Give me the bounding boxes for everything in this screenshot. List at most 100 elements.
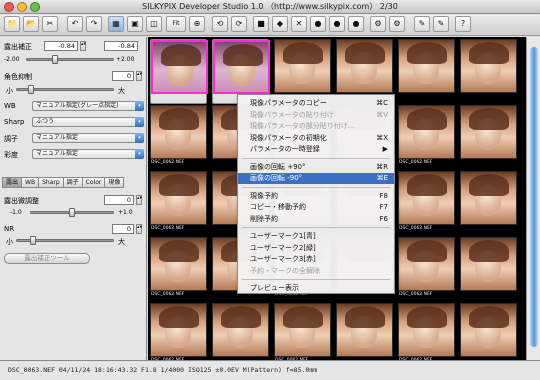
saturation-select[interactable]: マニュアル指定 ▾	[32, 149, 144, 159]
menu-item-shortcut: F8	[379, 191, 388, 200]
tone-label: 調子	[4, 135, 18, 143]
tab-color[interactable]: Color	[81, 177, 105, 188]
tab-sharp[interactable]: Sharp	[38, 177, 63, 188]
nr-label: NR	[4, 225, 15, 233]
thumbnail[interactable]: DSC_0062.NEF	[150, 303, 207, 360]
exposure-tool-button[interactable]: 露出補正ツール	[4, 253, 90, 264]
menu-separator	[242, 279, 390, 280]
menu-item-label: ユーザーマーク1[青]	[250, 232, 316, 240]
thumbnail[interactable]: DSC_0062.NEF	[398, 237, 455, 302]
thumbnail[interactable]	[460, 303, 517, 360]
tab-develop[interactable]: 現像	[104, 177, 125, 188]
context-menu-item[interactable]: ユーザーマーク1[青]	[238, 231, 394, 242]
exposure-field[interactable]: -0.84	[44, 41, 78, 51]
sharp-select[interactable]: ふつう ▾	[32, 117, 144, 127]
zoom-icon[interactable]: ⊕	[189, 16, 205, 32]
saturation-value: マニュアル指定	[36, 150, 78, 157]
menu-separator	[242, 227, 390, 228]
user-mark-blue-icon[interactable]: ●	[310, 16, 326, 32]
fit-button[interactable]: Fit	[166, 16, 186, 32]
context-menu-item[interactable]: プレビュー表示	[238, 283, 394, 294]
scrollbar-thumb[interactable]	[530, 47, 538, 347]
tone-select[interactable]: マニュアル指定 ▾	[32, 133, 144, 143]
thumbnail[interactable]	[460, 171, 517, 236]
shadow-field[interactable]: 0	[112, 71, 134, 81]
thumbnail[interactable]: DSC_0062.NEF	[274, 303, 331, 360]
undo-icon[interactable]: ↶	[67, 16, 83, 32]
thumbnail[interactable]: DSC_0062.NEF	[398, 171, 455, 236]
thumbnail-image	[150, 237, 207, 291]
help-icon[interactable]: ?	[455, 16, 471, 32]
eyedropper-icon[interactable]: ✎	[414, 16, 430, 32]
shadow-label: 角色抑制	[4, 73, 32, 81]
thumbnail-view-icon[interactable]: ▦	[108, 16, 124, 32]
rotate-right-icon[interactable]: ⟳	[231, 16, 247, 32]
tool-icon[interactable]: ✂	[42, 16, 58, 32]
shadow-slider-knob[interactable]	[28, 85, 34, 94]
fine-exposure-field[interactable]: 0	[104, 195, 134, 205]
exposure-slider[interactable]	[26, 58, 114, 61]
thumbnail[interactable]: DSC_0062.NEF	[150, 171, 207, 236]
delete-mark-icon[interactable]: ✕	[291, 16, 307, 32]
compare-view-icon[interactable]: ◫	[146, 16, 162, 32]
develop-mark-icon[interactable]: ■	[253, 16, 269, 32]
thumbnail[interactable]	[336, 303, 393, 360]
context-menu-item[interactable]: 画像の回転 +90° ⌘R	[238, 162, 394, 173]
thumbnail[interactable]	[212, 303, 269, 360]
context-menu-item[interactable]: パラメータの一時登録 ▶	[238, 144, 394, 155]
develop-icon[interactable]: ⚙	[370, 16, 386, 32]
user-mark-red-icon[interactable]: ●	[348, 16, 364, 32]
fine-exposure-slider-knob[interactable]	[69, 208, 75, 217]
copy-mark-icon[interactable]: ◆	[272, 16, 288, 32]
nr-slider-knob[interactable]	[30, 236, 36, 245]
rotate-left-icon[interactable]: ⟲	[212, 16, 228, 32]
thumbnail[interactable]: DSC_0062.NEF	[398, 303, 455, 360]
exposure-field-2[interactable]: -0.84	[104, 41, 138, 51]
vertical-scrollbar[interactable]	[526, 37, 540, 360]
thumbnail-image	[460, 303, 517, 357]
thumbnail[interactable]	[460, 237, 517, 302]
exposure-slider-knob[interactable]	[52, 55, 58, 64]
context-menu-item[interactable]: ユーザーマーク3[赤]	[238, 254, 394, 265]
tab-tone[interactable]: 調子	[62, 177, 82, 188]
context-menu-item[interactable]: 削除予約 F6	[238, 214, 394, 225]
single-view-icon[interactable]: ▣	[127, 16, 143, 32]
thumbnail-image	[336, 303, 393, 357]
thumbnail[interactable]	[460, 105, 517, 170]
nr-stepper[interactable]: ▴▾	[136, 224, 142, 234]
context-menu-item[interactable]: 現像予約 F8	[238, 191, 394, 202]
open-icon[interactable]: 📂	[23, 16, 39, 32]
thumbnail[interactable]	[460, 39, 517, 104]
context-menu-item[interactable]: 画像の回転 -90° ⌘E	[238, 173, 394, 184]
nr-field[interactable]: 0	[112, 224, 134, 234]
redo-icon[interactable]: ↷	[86, 16, 102, 32]
thumbnail-image	[398, 39, 455, 93]
thumbnail[interactable]: DSC_0062.NEF	[150, 237, 207, 302]
shadow-stepper[interactable]: ▴▾	[136, 71, 142, 81]
batch-develop-icon[interactable]: ⚙	[389, 16, 405, 32]
fine-exposure-stepper[interactable]: ▴▾	[136, 195, 142, 205]
exposure-min: -2.00	[4, 56, 20, 63]
exposure-stepper[interactable]: ▴▾	[80, 41, 86, 51]
thumbnail-image	[460, 105, 517, 159]
thumbnail-caption: DSC_0062.NEF	[151, 226, 185, 231]
exposure-label: 露出補正	[4, 43, 32, 51]
thumbnail[interactable]: DSC_0062.NEF	[150, 105, 207, 170]
context-menu-item[interactable]: ユーザーマーク2[緑]	[238, 243, 394, 254]
context-menu-item[interactable]: コピー・移動予約 F7	[238, 202, 394, 213]
tab-exposure[interactable]: 露出	[2, 177, 22, 188]
context-menu-item[interactable]: 現像パラメータのコピー ⌘C	[238, 98, 394, 109]
gray-point-icon[interactable]: ✎	[433, 16, 449, 32]
tab-wb[interactable]: WB	[21, 177, 39, 188]
wb-select[interactable]: マニュアル指定(グレー点指定) ▾	[32, 101, 144, 111]
context-menu-item[interactable]: 現像パラメータの初期化 ⌘X	[238, 133, 394, 144]
thumbnail[interactable]: DSC_0062.NEF	[398, 105, 455, 170]
folder-icon[interactable]: 📁	[4, 16, 20, 32]
thumbnail-image	[150, 303, 207, 357]
menu-item-shortcut: ⌘C	[376, 99, 388, 107]
thumbnail[interactable]	[150, 39, 208, 104]
thumbnail[interactable]	[398, 39, 455, 104]
user-mark-green-icon[interactable]: ●	[329, 16, 345, 32]
parameter-panel: 露出補正 -0.84 ▴▾ -0.84 -2.00 +2.00 角色抑制 小 大…	[0, 37, 147, 360]
menu-item-label: 現像パラメータの部分貼り付け...	[250, 122, 355, 130]
